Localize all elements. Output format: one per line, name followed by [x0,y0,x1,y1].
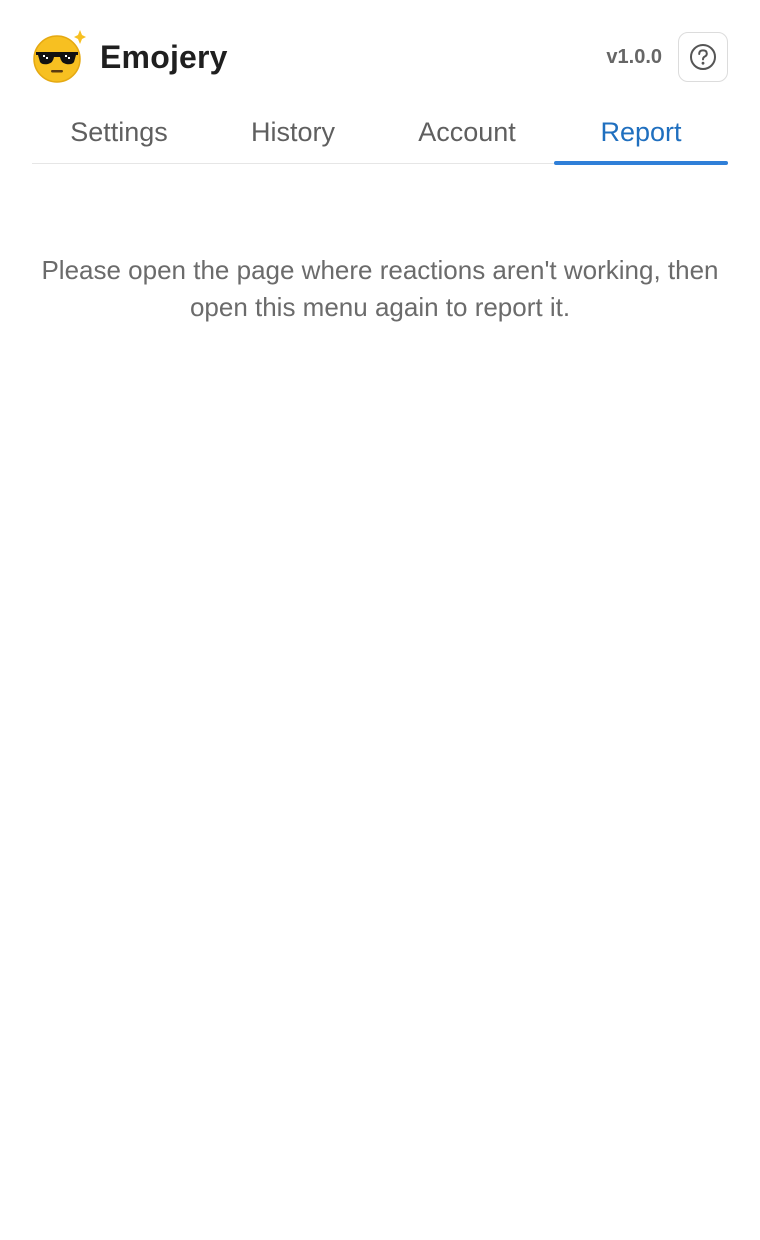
tab-account[interactable]: Account [380,104,554,164]
help-button[interactable] [678,32,728,82]
tab-history[interactable]: History [206,104,380,164]
tab-report[interactable]: Report [554,104,728,165]
app-name: Emojery [100,38,228,75]
version-label: v1.0.0 [606,45,662,68]
header-actions: v1.0.0 [606,32,728,82]
sunglasses-emoji-icon [33,30,86,83]
report-instructions: Please open the page where reactions are… [41,255,719,322]
tab-bar: Settings History Account Report [32,104,728,165]
brand: Emojery [32,30,228,84]
header: Emojery v1.0.0 [32,30,728,84]
extension-popup: Emojery v1.0.0 Settings History Account … [0,0,760,1240]
tab-settings[interactable]: Settings [32,104,206,164]
question-circle-icon [690,44,716,70]
